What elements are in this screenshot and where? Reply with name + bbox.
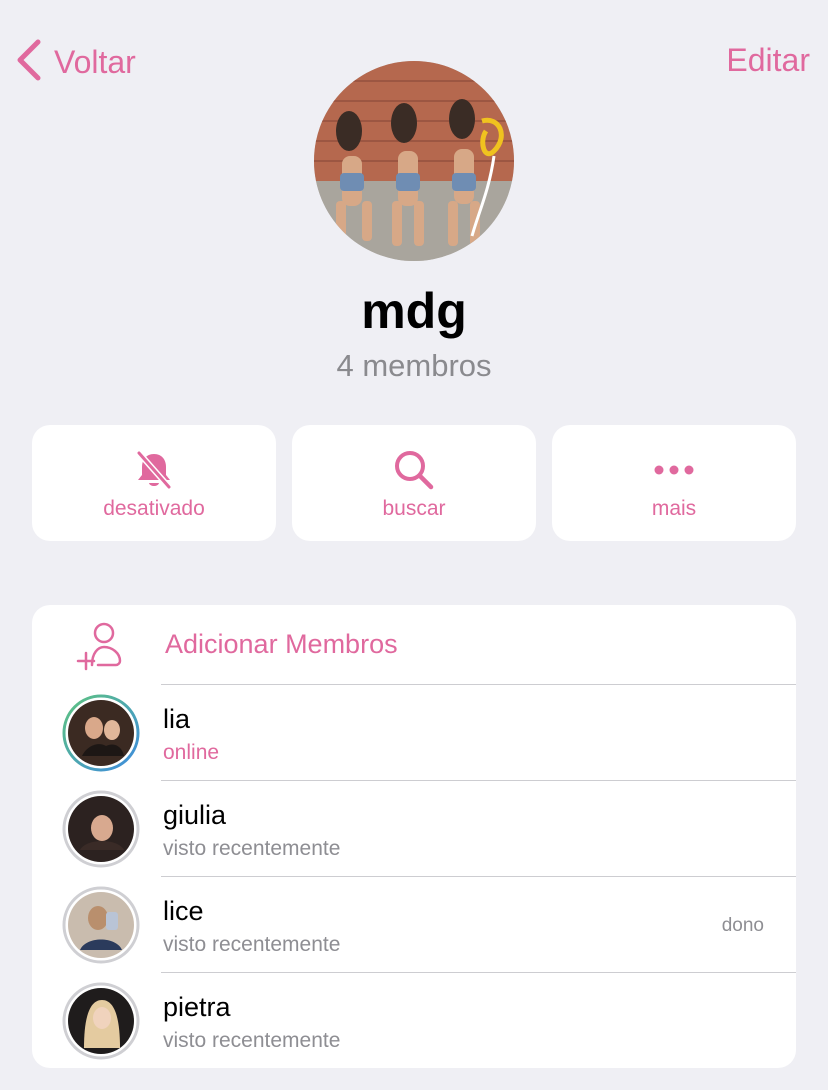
search-label: buscar <box>382 497 446 520</box>
edit-button[interactable]: Editar <box>726 42 810 79</box>
member-name: giulia <box>163 800 227 830</box>
more-button[interactable]: mais <box>552 425 796 541</box>
avatar <box>62 790 140 868</box>
member-name: lice <box>163 896 204 926</box>
member-row[interactable]: pietra visto recentemente <box>32 973 796 1068</box>
owner-badge: dono <box>721 915 764 936</box>
member-status: visto recentemente <box>163 837 341 860</box>
add-members-button[interactable]: Adicionar Membros <box>32 605 796 685</box>
mute-label: desativado <box>103 497 205 520</box>
avatar <box>62 982 140 1060</box>
more-label: mais <box>651 497 697 520</box>
members-list: Adicionar Membros lia online giulia vist… <box>32 605 796 1068</box>
search-button[interactable]: buscar <box>292 425 536 541</box>
member-status: online <box>163 741 220 764</box>
back-button[interactable]: Voltar <box>14 38 136 86</box>
group-name: mdg <box>361 283 467 339</box>
member-name: pietra <box>163 992 231 1022</box>
member-count: 4 membros <box>336 348 492 383</box>
member-row[interactable]: lice visto recentemente dono <box>32 877 796 973</box>
magnifier-icon <box>292 447 536 493</box>
add-person-icon <box>76 619 132 675</box>
member-name: lia <box>163 704 191 734</box>
member-status: visto recentemente <box>163 933 341 956</box>
group-avatar[interactable] <box>314 61 514 261</box>
bell-slash-icon <box>32 447 276 493</box>
add-members-label: Adicionar Membros <box>165 629 398 659</box>
avatar <box>62 886 140 964</box>
member-status: visto recentemente <box>163 1029 341 1052</box>
chevron-left-icon <box>14 38 44 87</box>
more-dots-icon <box>552 447 796 493</box>
back-label: Voltar <box>54 43 136 80</box>
avatar <box>62 694 140 772</box>
mute-button[interactable]: desativado <box>32 425 276 541</box>
member-row[interactable]: giulia visto recentemente <box>32 781 796 877</box>
member-row[interactable]: lia online <box>32 685 796 781</box>
